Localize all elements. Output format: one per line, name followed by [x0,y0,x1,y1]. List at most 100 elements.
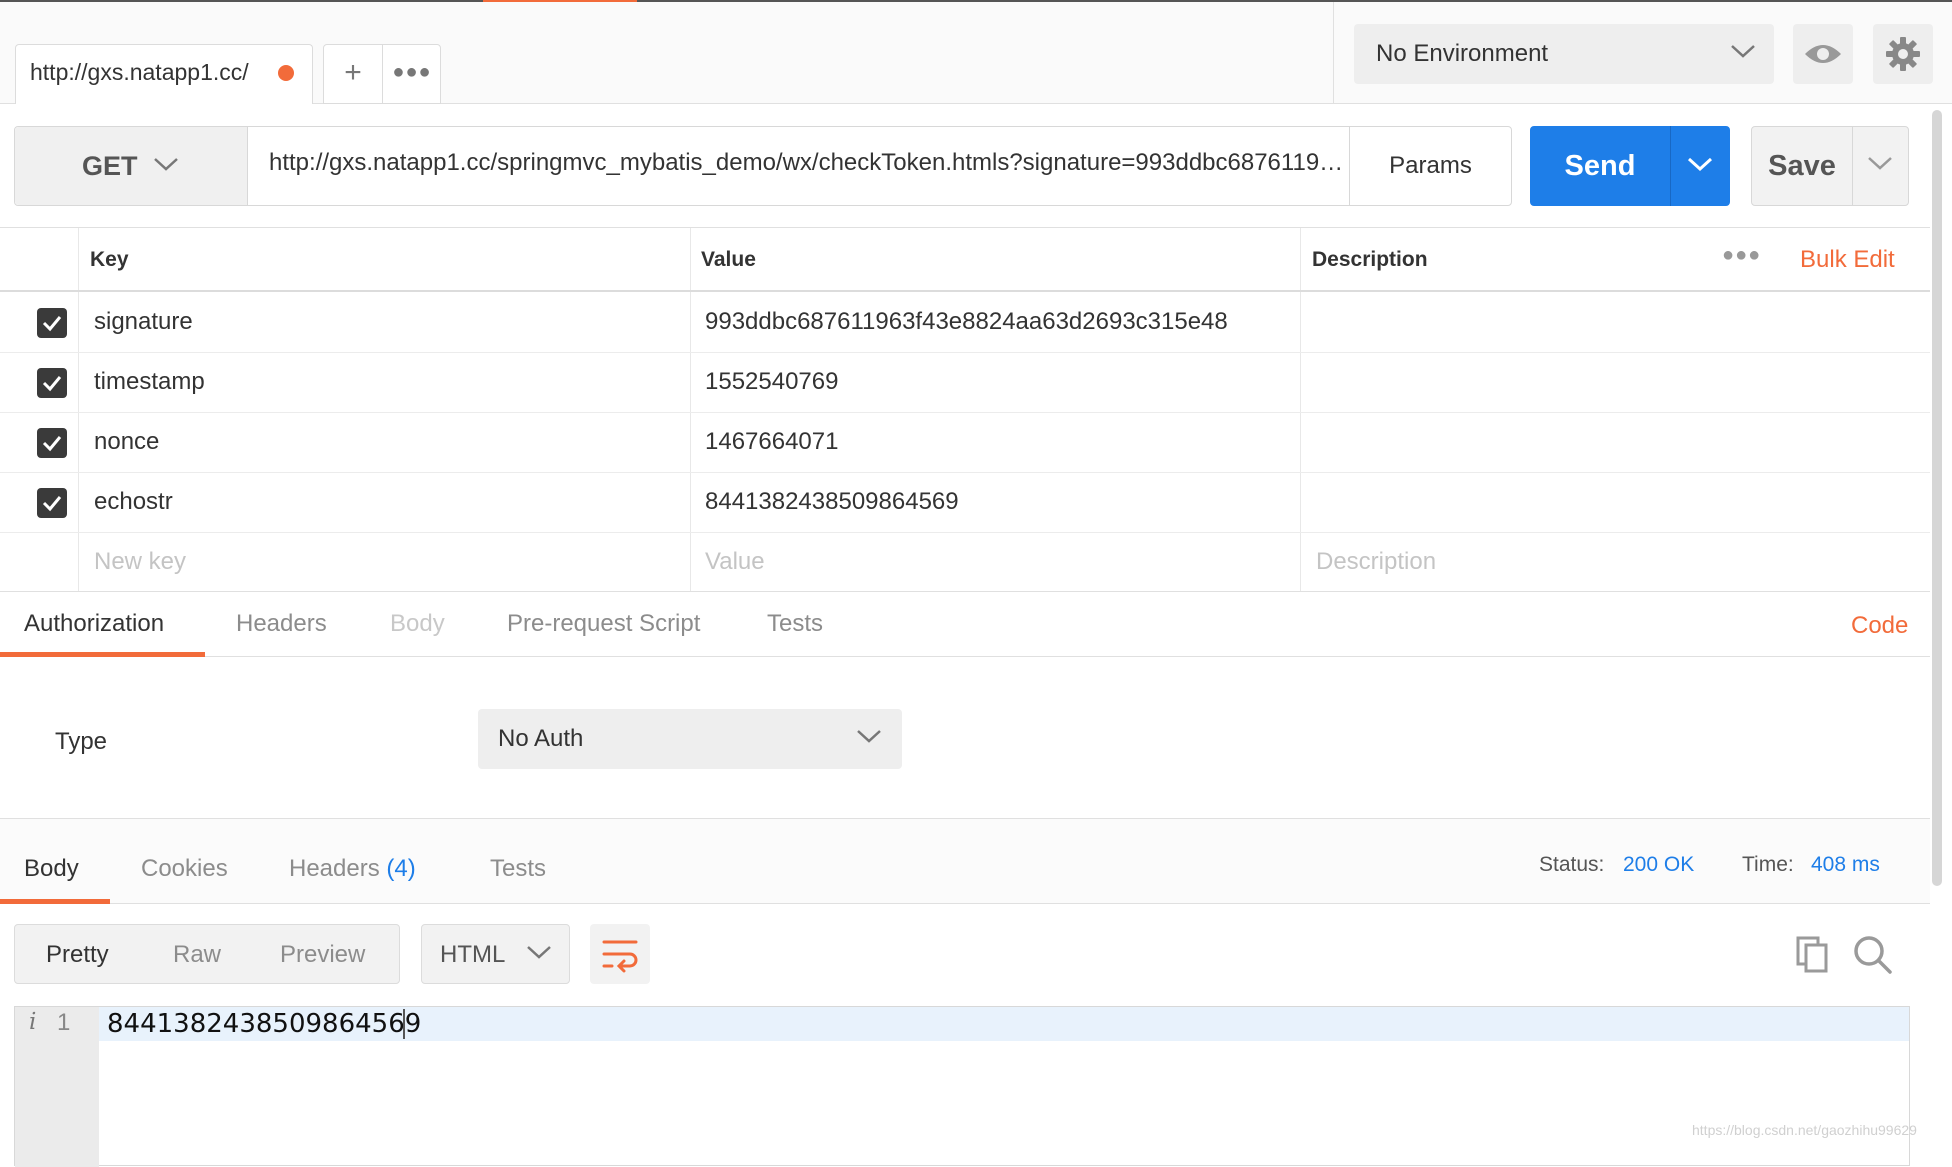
row-divider [0,532,1930,533]
divider [1333,2,1334,104]
plus-icon: + [344,56,362,89]
environment-settings-button[interactable] [1873,24,1933,84]
param-key[interactable]: timestamp [94,368,205,396]
tab-body[interactable]: Body [390,610,445,638]
tab-tests[interactable]: Tests [767,610,823,638]
request-tab[interactable]: http://gxs.natapp1.cc/ [15,44,313,104]
tab-response-tests[interactable]: Tests [490,855,546,883]
format-pretty-button[interactable]: Pretty [46,941,109,969]
language-label: HTML [440,941,506,968]
chevron-down-icon [1731,45,1755,58]
save-button[interactable]: Save [1751,126,1909,206]
value-column-header: Value [701,248,756,271]
column-options-button[interactable]: ●●● [1722,244,1761,267]
info-icon: i [29,1009,37,1035]
row-divider [0,412,1930,413]
tab-response-headers[interactable]: Headers (4) [289,855,416,883]
key-column-header: Key [90,248,129,271]
tab-options-button[interactable]: ●●● [383,45,441,103]
auth-type-label: Type [55,728,108,755]
url-input[interactable]: http://gxs.natapp1.cc/springmvc_mybatis_… [269,149,1355,177]
params-table: Key Value Description ●●● Bulk Edit sign… [0,227,1930,592]
request-tabs: Authorization Headers Body Pre-request S… [0,591,1930,657]
format-preview-button[interactable]: Preview [280,941,365,969]
copy-icon[interactable] [1794,934,1834,974]
param-value[interactable]: 8441382438509864569 [705,488,959,516]
environment-quick-look-button[interactable] [1793,24,1853,84]
param-key[interactable]: nonce [94,428,159,456]
send-divider [1670,126,1671,206]
method-select[interactable]: GET [15,127,248,205]
text-caret [403,1009,405,1039]
active-tab-underline [0,899,110,904]
chevron-down-icon [154,158,178,171]
param-value[interactable]: 1467664071 [705,428,838,456]
format-toggle-group: Pretty Raw Preview [14,924,400,984]
line-number: 1 [57,1009,71,1036]
format-raw-button[interactable]: Raw [173,941,221,969]
send-button[interactable]: Send [1530,126,1730,206]
check-icon [42,376,62,392]
editor-gutter: i 1 [15,1007,99,1167]
param-checkbox[interactable] [37,368,67,398]
language-select[interactable]: HTML [421,924,570,984]
check-icon [42,496,62,512]
status-value[interactable]: 200 OK [1623,853,1694,877]
column-divider [78,228,79,592]
param-key[interactable]: echostr [94,488,173,516]
check-icon [42,436,62,452]
time-label: Time: [1742,853,1794,876]
code-link[interactable]: Code [1851,612,1908,640]
tab-headers[interactable]: Headers [236,610,327,638]
tab-response-body[interactable]: Body [24,855,79,883]
bulk-edit-link[interactable]: Bulk Edit [1800,246,1895,274]
wrap-lines-button[interactable] [590,924,650,984]
watermark: https://blog.csdn.net/gaozhihu99629 [1692,1122,1917,1138]
tab-authorization[interactable]: Authorization [24,610,164,638]
params-button[interactable]: Params [1349,127,1511,205]
save-divider [1852,127,1853,205]
row-divider [0,472,1930,473]
description-column-header: Description [1312,248,1428,271]
param-key[interactable]: signature [94,308,193,336]
page-scrollbar[interactable] [1932,110,1942,886]
wrap-lines-icon [602,940,638,973]
param-checkbox[interactable] [37,428,67,458]
chevron-down-icon [527,946,551,959]
param-value[interactable]: 1552540769 [705,368,838,396]
save-label: Save [1768,150,1836,182]
time-value[interactable]: 408 ms [1811,853,1880,877]
send-label: Send [1564,150,1636,182]
request-bar: GET http://gxs.natapp1.cc/springmvc_myba… [14,126,1512,206]
param-checkbox[interactable] [37,308,67,338]
environment-select[interactable]: No Environment [1354,24,1774,84]
new-tab-button[interactable]: + [324,45,383,103]
column-divider [1300,228,1301,592]
chevron-down-icon [857,730,881,743]
new-key-input[interactable]: New key [94,548,186,576]
unsaved-dot-icon [278,65,294,81]
tab-actions: + ●●● [323,44,441,104]
row-divider [0,352,1930,353]
new-description-input[interactable]: Description [1316,548,1436,576]
tab-pre-request-script[interactable]: Pre-request Script [507,610,700,638]
method-label: GET [82,151,138,181]
response-body-line[interactable]: 8441382438509864569 [107,1009,421,1039]
auth-type-value: No Auth [498,725,584,752]
more-dots-icon: ●●● [392,61,432,83]
tab-response-cookies[interactable]: Cookies [141,855,228,883]
check-icon [42,316,62,332]
param-checkbox[interactable] [37,488,67,518]
response-headers-label: Headers [289,855,380,882]
response-body-editor[interactable]: i 1 8441382438509864569 [14,1006,1910,1167]
more-dots-icon: ●●● [1722,244,1762,266]
send-options-chevron-icon[interactable] [1686,154,1714,174]
save-options-chevron-icon[interactable] [1866,153,1894,173]
auth-type-select[interactable]: No Auth [478,709,902,769]
param-value[interactable]: 993ddbc687611963f43e8824aa63d2693c315e48 [705,308,1228,336]
new-value-input[interactable]: Value [705,548,765,576]
eye-icon [1805,45,1841,63]
environment-label: No Environment [1376,40,1549,67]
search-icon[interactable] [1852,934,1894,976]
header-divider [0,290,1930,292]
